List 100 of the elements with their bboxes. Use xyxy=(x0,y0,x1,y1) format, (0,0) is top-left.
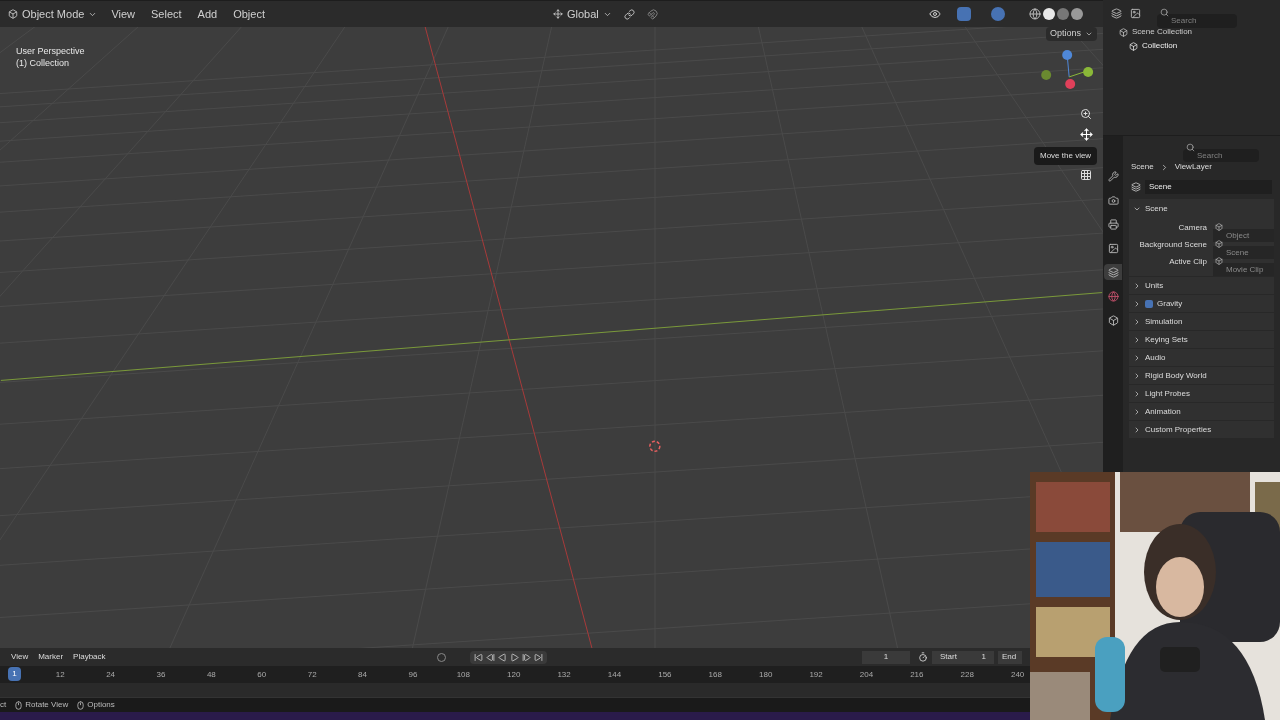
panel-header[interactable]: Gravity xyxy=(1129,295,1274,312)
search-field[interactable]: Search xyxy=(1183,148,1259,162)
playhead[interactable]: 1 xyxy=(8,667,21,681)
axes-icon xyxy=(553,9,563,19)
play-icon[interactable] xyxy=(509,652,519,662)
field-label: Active Clip xyxy=(1168,255,1208,268)
status-hint: ct xyxy=(0,699,7,711)
zoom-icon[interactable] xyxy=(1080,108,1092,120)
rendered-shading-icon[interactable] xyxy=(1071,8,1083,20)
outliner-item[interactable]: Collection xyxy=(1142,40,1178,52)
menu-item[interactable]: Marker xyxy=(35,651,67,663)
panel-header[interactable]: Custom Properties xyxy=(1129,421,1274,438)
breadcrumb-item[interactable]: Scene xyxy=(1131,161,1154,173)
stopwatch-icon xyxy=(918,652,928,662)
overlay-toggle-icon[interactable] xyxy=(991,7,1005,21)
wrench-icon xyxy=(1107,170,1119,182)
object-field[interactable]: Movie Clip xyxy=(1213,263,1274,276)
search-field[interactable]: Search xyxy=(1157,13,1237,28)
frame-number: 168 xyxy=(707,668,723,681)
layers-icon xyxy=(1107,266,1119,278)
jump-end-icon[interactable] xyxy=(533,652,543,662)
image-icon xyxy=(1107,242,1119,254)
field-icon xyxy=(1215,257,1223,265)
menu-item[interactable]: Playback xyxy=(70,651,109,663)
menu-item[interactable]: Add xyxy=(191,5,224,23)
menu-item[interactable]: View xyxy=(105,5,142,23)
panel-header[interactable]: Scene xyxy=(1129,199,1274,219)
solid-shading-icon[interactable] xyxy=(1043,8,1055,20)
options-dropdown[interactable]: Options xyxy=(1045,27,1097,41)
frame-number: 216 xyxy=(909,668,925,681)
axis-gizmo-drawing[interactable] xyxy=(1041,49,1094,89)
frame-number: 24 xyxy=(105,668,117,681)
panel-header[interactable]: Simulation xyxy=(1129,313,1274,330)
outliner-editor-icon[interactable] xyxy=(1111,7,1122,19)
panel-header[interactable]: Light Probes xyxy=(1129,385,1274,402)
prev-keyframe-icon[interactable] xyxy=(485,652,495,662)
view-name: User Perspective xyxy=(16,45,85,57)
status-hint: Rotate View xyxy=(25,699,69,711)
frame-number: 156 xyxy=(657,668,673,681)
panel-header[interactable]: Units xyxy=(1129,277,1274,294)
printer-icon xyxy=(1107,218,1119,230)
gizmo-toggle-icon[interactable] xyxy=(957,7,971,21)
play-reverse-icon[interactable] xyxy=(497,652,507,662)
search-icon xyxy=(1186,142,1195,152)
frame-number: 72 xyxy=(306,668,318,681)
mouse-icon xyxy=(14,700,24,710)
panel-header[interactable]: Keying Sets xyxy=(1129,331,1274,348)
start-frame-field[interactable]: Start 1 xyxy=(932,650,994,664)
cursor-icon xyxy=(649,440,661,453)
breadcrumb-item[interactable]: ViewLayer xyxy=(1174,161,1212,173)
object-field[interactable]: Object xyxy=(1213,229,1274,242)
frame-number: 60 xyxy=(256,668,268,681)
display-mode-icon[interactable] xyxy=(1130,7,1141,19)
outliner-item[interactable]: Scene Collection xyxy=(1132,26,1193,38)
wireframe-shading-icon[interactable] xyxy=(1029,8,1041,20)
move-icon[interactable] xyxy=(1080,128,1093,141)
frame-number: 204 xyxy=(858,668,875,681)
field-value: 1 xyxy=(981,651,986,663)
jump-start-icon[interactable] xyxy=(473,652,483,662)
frame-number: 240 xyxy=(1009,668,1026,681)
datablock-field[interactable]: Scene xyxy=(1145,180,1272,194)
search-icon xyxy=(1160,8,1169,17)
field-label: Background Scene xyxy=(1138,238,1208,251)
next-keyframe-icon[interactable] xyxy=(521,652,531,662)
status-hint: Options xyxy=(87,699,115,711)
panel-header[interactable]: Audio xyxy=(1129,349,1274,366)
menu-item[interactable]: Select xyxy=(145,5,188,23)
object-field[interactable]: Scene xyxy=(1213,246,1274,259)
field-icon xyxy=(1215,240,1223,248)
field-label: Camera xyxy=(1177,221,1208,234)
globe-icon xyxy=(1107,290,1119,302)
chevron-icon xyxy=(1133,205,1141,213)
frame-number: 48 xyxy=(205,668,217,681)
viewport[interactable]: User Perspective (1) Collection Options Move the view xyxy=(0,27,1103,648)
box-icon xyxy=(1107,314,1119,326)
current-frame-field[interactable]: 1 xyxy=(862,650,910,664)
frame-number: 120 xyxy=(506,668,522,681)
menu-item[interactable]: View xyxy=(8,651,32,663)
orientation-dropdown[interactable]: Global xyxy=(549,5,616,23)
frame-number: 12 xyxy=(54,668,66,681)
tooltip: Move the view xyxy=(1034,147,1098,165)
visibility-icon[interactable] xyxy=(929,8,941,20)
scene-icon xyxy=(1131,182,1141,192)
properties-tab[interactable] xyxy=(1104,264,1122,280)
frame-number: 96 xyxy=(407,668,419,681)
collection-icon xyxy=(1129,41,1138,51)
panel-header[interactable]: Rigid Body World xyxy=(1129,367,1274,384)
frame-number: 192 xyxy=(808,668,824,681)
frame-number: 228 xyxy=(959,668,975,681)
mode-dropdown[interactable]: Object Mode xyxy=(4,5,102,23)
frame-number: 36 xyxy=(155,668,167,681)
collection-name: (1) Collection xyxy=(16,57,71,69)
grid-icon[interactable] xyxy=(1080,169,1092,181)
menu-item[interactable]: Object xyxy=(227,5,271,23)
collection-icon xyxy=(1119,27,1128,37)
panel-header[interactable]: Animation xyxy=(1129,403,1274,420)
frame-number: 180 xyxy=(758,668,774,681)
checkbox[interactable] xyxy=(1145,299,1153,308)
end-frame-field[interactable]: End xyxy=(998,650,1022,664)
mouse-icon xyxy=(76,700,86,710)
